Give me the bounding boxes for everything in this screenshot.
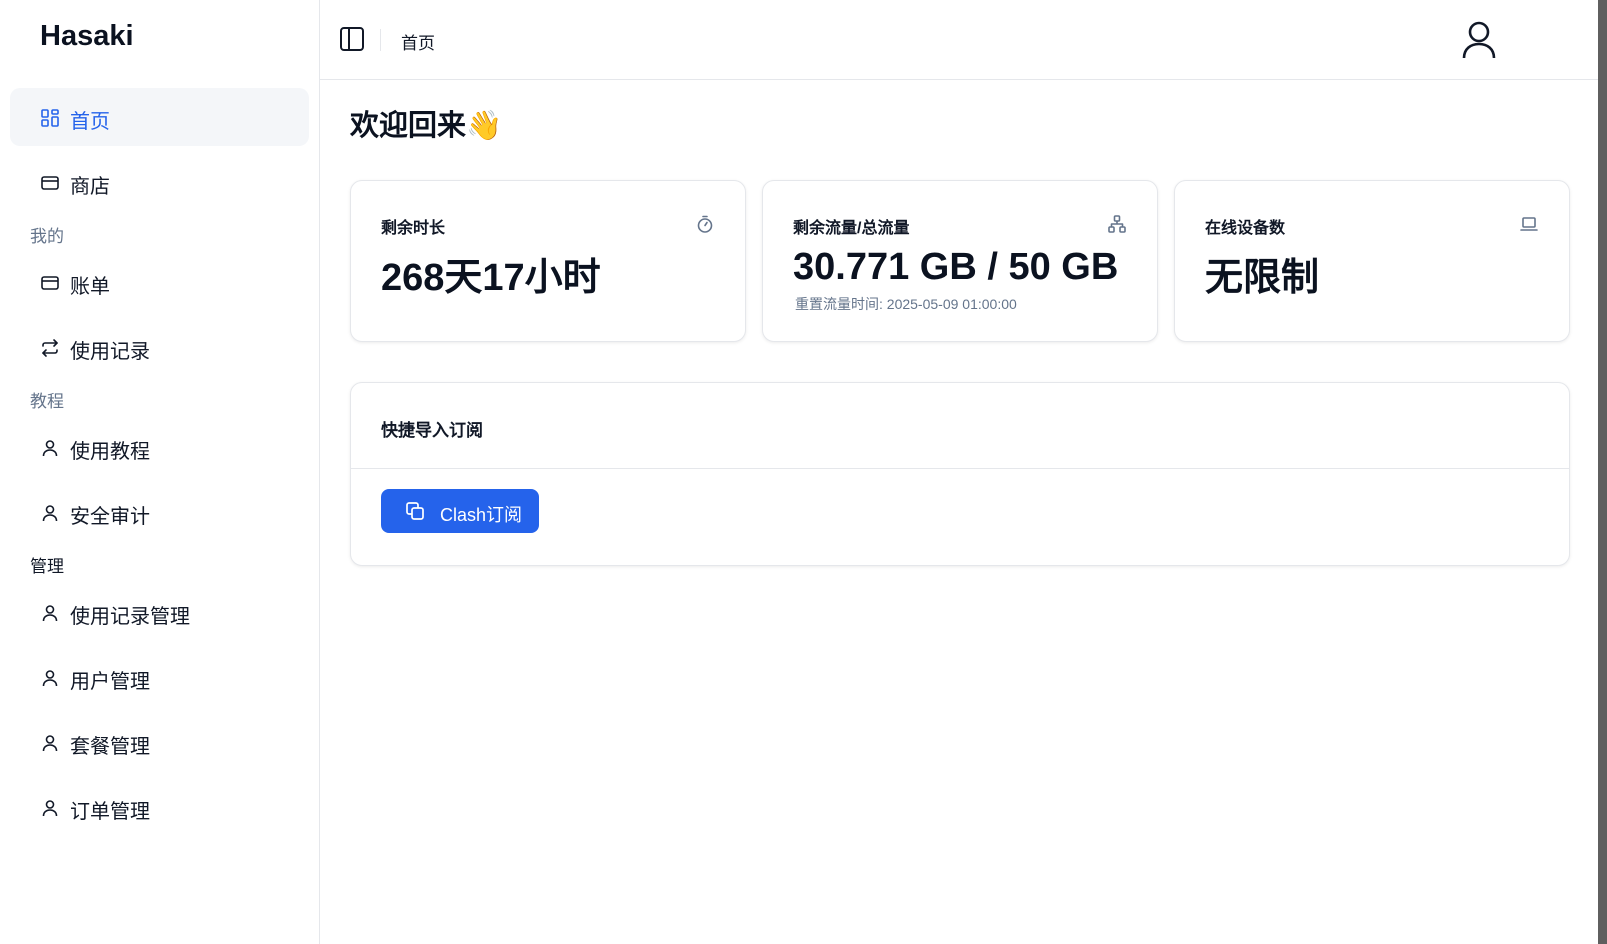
credit-card-icon <box>41 176 59 190</box>
waving-hand-emoji: 👋 <box>466 110 503 142</box>
user-icon <box>42 735 58 752</box>
user-icon <box>42 505 58 522</box>
sidebar-item-label: 首页 <box>70 111 110 133</box>
sidebar-item-label: 用户管理 <box>70 671 150 693</box>
quick-subscribe-panel: 快捷导入订阅 Clash订阅 <box>350 382 1570 566</box>
user-icon <box>42 670 58 687</box>
panel-title: 快捷导入订阅 <box>381 421 483 440</box>
sidebar-item-label: 订单管理 <box>70 801 150 823</box>
sidebar-item-tutorial[interactable]: 使用教程 <box>10 418 309 476</box>
credit-card-icon <box>41 276 59 290</box>
section-label-mine: 我的 <box>30 227 64 246</box>
sidebar-item-usage-records[interactable]: 使用记录 <box>10 318 309 376</box>
stat-title: 剩余流量/总流量 <box>793 220 910 237</box>
panel-divider <box>351 468 1569 469</box>
user-icon <box>42 800 58 817</box>
timer-icon <box>697 215 713 233</box>
sidebar-item-shop[interactable]: 商店 <box>10 153 309 211</box>
copy-icon <box>406 502 424 520</box>
stat-value: 无限制 <box>1205 257 1320 299</box>
traffic-reset-time: 重置流量时间: 2025-05-09 01:00:00 <box>795 296 1017 312</box>
button-label: Clash订阅 <box>440 505 523 525</box>
top-bar: 首页 <box>320 0 1598 80</box>
sidebar-item-plan-admin[interactable]: 套餐管理 <box>10 713 309 771</box>
sidebar-toggle-icon[interactable] <box>338 25 366 53</box>
laptop-icon <box>1520 217 1538 231</box>
sidebar-item-security-audit[interactable]: 安全审计 <box>10 483 309 541</box>
stat-title: 在线设备数 <box>1205 220 1286 237</box>
user-avatar-icon[interactable] <box>1460 20 1498 60</box>
sidebar-item-usage-admin[interactable]: 使用记录管理 <box>10 583 309 641</box>
window-edge <box>1598 0 1607 944</box>
sidebar-item-billing[interactable]: 账单 <box>10 253 309 311</box>
stat-value: 268天17小时 <box>381 257 601 299</box>
clash-subscribe-button[interactable]: Clash订阅 <box>381 489 539 533</box>
arrows-exchange-icon <box>42 339 58 357</box>
network-icon <box>1108 215 1126 233</box>
sidebar-item-order-admin[interactable]: 订单管理 <box>10 778 309 836</box>
sidebar-item-user-admin[interactable]: 用户管理 <box>10 648 309 706</box>
stat-title: 剩余时长 <box>381 220 446 237</box>
dashboard-grid-icon <box>41 109 59 127</box>
sidebar-item-home[interactable]: 首页 <box>10 88 309 146</box>
sidebar-item-label: 套餐管理 <box>70 736 150 758</box>
brand-logo: Hasaki <box>40 20 134 52</box>
breadcrumb: 首页 <box>401 34 435 53</box>
section-label-admin: 管理 <box>30 557 64 576</box>
sidebar-item-label: 商店 <box>70 176 110 198</box>
sidebar-item-label: 使用记录管理 <box>70 606 190 628</box>
app-window: Hasaki 首页 商店 我的 账单 使用记录 教程 使用教程 安全审计 管理 … <box>0 0 1598 944</box>
section-label-tutorial: 教程 <box>30 392 64 411</box>
welcome-text: 欢迎回来 <box>350 110 467 142</box>
sidebar-item-label: 安全审计 <box>70 506 150 528</box>
user-icon <box>42 605 58 622</box>
sidebar-item-label: 使用记录 <box>70 341 150 363</box>
stat-card-traffic: 剩余流量/总流量 30.771 GB / 50 GB 重置流量时间: 2025-… <box>762 180 1158 342</box>
sidebar-item-label: 账单 <box>70 276 110 298</box>
stat-card-remaining-time: 剩余时长 268天17小时 <box>350 180 746 342</box>
welcome-heading: 欢迎回来👋 <box>350 102 502 144</box>
stat-card-online-devices: 在线设备数 无限制 <box>1174 180 1570 342</box>
user-icon <box>42 440 58 457</box>
sidebar: Hasaki 首页 商店 我的 账单 使用记录 教程 使用教程 安全审计 管理 … <box>0 0 320 944</box>
header-divider <box>380 29 381 51</box>
stat-value: 30.771 GB / 50 GB <box>793 246 1119 288</box>
sidebar-item-label: 使用教程 <box>70 441 150 463</box>
